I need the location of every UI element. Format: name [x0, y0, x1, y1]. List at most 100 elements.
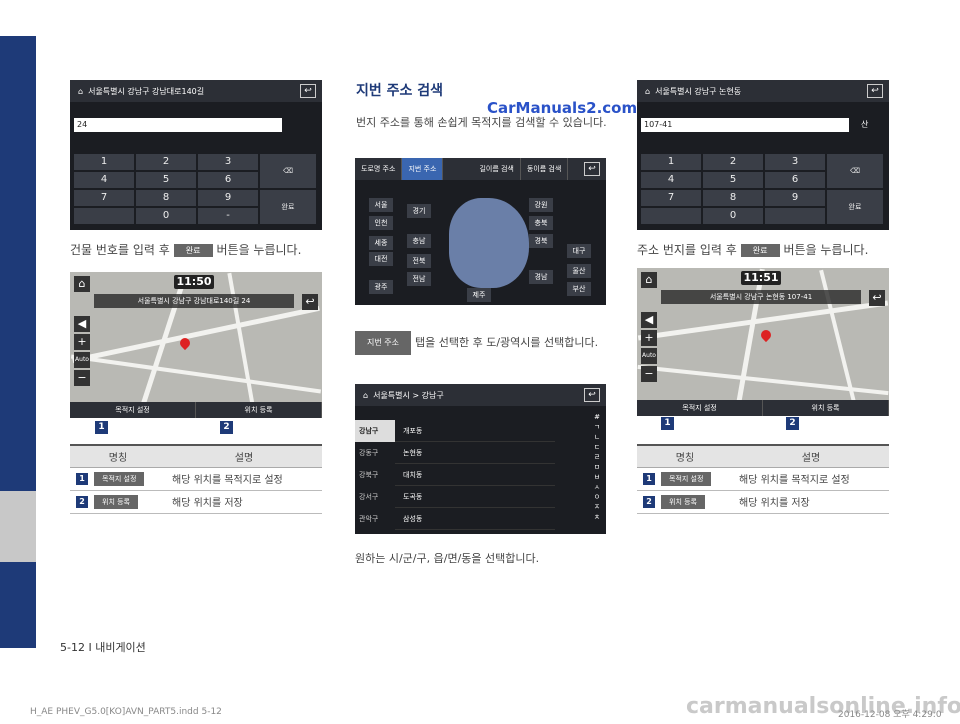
key[interactable]: [74, 208, 134, 224]
key[interactable]: [641, 208, 701, 224]
number-input[interactable]: 107-41: [641, 118, 849, 132]
back-icon[interactable]: ↩: [302, 294, 318, 310]
key[interactable]: 8: [136, 190, 196, 206]
region-button[interactable]: 충북: [529, 216, 553, 230]
list-item[interactable]: 강남구 개포동: [355, 420, 555, 442]
save-location-button[interactable]: 위치 등록: [763, 400, 889, 416]
auto-button[interactable]: Auto: [74, 352, 90, 368]
key[interactable]: 0: [703, 208, 763, 224]
tab-road-address[interactable]: 도로명 주소: [355, 158, 403, 180]
set-destination-button[interactable]: 목적지 설정: [70, 402, 196, 418]
tab-dong-search[interactable]: 동이름 검색: [521, 158, 569, 180]
region-button[interactable]: 대구: [567, 244, 591, 258]
region-button[interactable]: 부산: [567, 282, 591, 296]
map-road: [70, 354, 322, 394]
region-button[interactable]: 경북: [529, 234, 553, 248]
region-button[interactable]: 제주: [467, 288, 491, 302]
home-icon: ⌂: [78, 86, 84, 96]
key[interactable]: 5: [703, 172, 763, 188]
number-input[interactable]: 24: [74, 118, 282, 132]
key[interactable]: 4: [74, 172, 134, 188]
key[interactable]: 3: [198, 154, 258, 170]
key[interactable]: 0: [136, 208, 196, 224]
key[interactable]: 6: [765, 172, 825, 188]
index-letter[interactable]: #: [592, 412, 602, 422]
key[interactable]: 4: [641, 172, 701, 188]
caption-text: 주소 번지를 입력 후: [637, 243, 737, 257]
index-letter[interactable]: ㅇ: [592, 492, 602, 502]
zoom-out-icon[interactable]: −: [641, 366, 657, 382]
delete-icon[interactable]: ⌫: [260, 154, 316, 188]
volume-icon[interactable]: ◀: [641, 312, 657, 328]
list-item[interactable]: 강북구 대치동: [355, 464, 555, 486]
key[interactable]: -: [198, 208, 258, 224]
key[interactable]: 8: [703, 190, 763, 206]
back-icon[interactable]: ↩: [584, 388, 600, 402]
back-icon[interactable]: ↩: [869, 290, 885, 306]
zoom-in-icon[interactable]: +: [74, 334, 90, 350]
caption-text: 버튼을 누릅니다.: [783, 243, 869, 257]
zoom-in-icon[interactable]: +: [641, 330, 657, 346]
tab-street-search[interactable]: 길이름 검색: [473, 158, 521, 180]
key[interactable]: 2: [703, 154, 763, 170]
index-letter[interactable]: ㄷ: [592, 442, 602, 452]
home-icon[interactable]: ⌂: [641, 272, 657, 288]
done-button[interactable]: 완료: [827, 190, 883, 224]
key[interactable]: 9: [765, 190, 825, 206]
set-destination-pill: 목적지 설정: [94, 471, 145, 486]
key[interactable]: 6: [198, 172, 258, 188]
print-date: 2016-12-08 오후 4:29:0: [838, 710, 942, 720]
region-button[interactable]: 광주: [369, 280, 393, 294]
region-button[interactable]: 울산: [567, 264, 591, 278]
region-button[interactable]: 경남: [529, 270, 553, 284]
legend-table-right: 명칭 설명 1 목적지 설정 해당 위치를 목적지로 설정 2 위치 등록 해당 위치를 …: [637, 444, 889, 514]
index-letter[interactable]: ㄱ: [592, 422, 602, 432]
table-row: 2 위치 등록 해당 위치를 저장: [637, 490, 889, 514]
key[interactable]: 1: [641, 154, 701, 170]
delete-icon[interactable]: ⌫: [827, 154, 883, 188]
key[interactable]: 2: [136, 154, 196, 170]
home-icon[interactable]: ⌂: [74, 276, 90, 292]
index-letter[interactable]: ㅂ: [592, 472, 602, 482]
volume-icon[interactable]: ◀: [74, 316, 90, 332]
key[interactable]: 7: [641, 190, 701, 206]
map-address: 서울특별시 강남구 강남대로140길 24: [94, 294, 294, 308]
callout-2: 2: [786, 417, 799, 430]
set-destination-button[interactable]: 목적지 설정: [637, 400, 763, 416]
auto-button[interactable]: Auto: [641, 348, 657, 364]
index-letter[interactable]: ㅅ: [592, 482, 602, 492]
key[interactable]: 1: [74, 154, 134, 170]
address-text: 서울특별시 강남구 논현동: [655, 86, 742, 96]
index-letter[interactable]: ㅁ: [592, 462, 602, 472]
list-item[interactable]: 강서구 도곡동: [355, 486, 555, 508]
region-button[interactable]: 경기: [407, 204, 431, 218]
region-button[interactable]: 대전: [369, 252, 393, 266]
back-icon[interactable]: ↩: [867, 84, 883, 98]
key[interactable]: [765, 208, 825, 224]
region-button[interactable]: 서울: [369, 198, 393, 212]
alphabet-index[interactable]: # ㄱ ㄴ ㄷ ㄹ ㅁ ㅂ ㅅ ㅇ ㅈ ㅊ: [592, 412, 602, 522]
key[interactable]: 7: [74, 190, 134, 206]
list-item[interactable]: 관악구 삼성동: [355, 508, 555, 530]
key[interactable]: 9: [198, 190, 258, 206]
done-button[interactable]: 완료: [260, 190, 316, 224]
region-button[interactable]: 세종: [369, 236, 393, 250]
back-icon[interactable]: ↩: [584, 162, 600, 176]
region-button[interactable]: 전북: [407, 254, 431, 268]
region-button[interactable]: 인천: [369, 216, 393, 230]
list-item[interactable]: 강동구 논현동: [355, 442, 555, 464]
mountain-checkbox-label[interactable]: 산: [861, 118, 868, 132]
index-letter[interactable]: ㄹ: [592, 452, 602, 462]
key[interactable]: 3: [765, 154, 825, 170]
region-button[interactable]: 강원: [529, 198, 553, 212]
back-icon[interactable]: ↩: [300, 84, 316, 98]
zoom-out-icon[interactable]: −: [74, 370, 90, 386]
save-location-button[interactable]: 위치 등록: [196, 402, 322, 418]
index-letter[interactable]: ㅈ: [592, 502, 602, 512]
key[interactable]: 5: [136, 172, 196, 188]
region-button[interactable]: 전남: [407, 272, 431, 286]
region-button[interactable]: 충남: [407, 234, 431, 248]
tab-lot-address[interactable]: 지번 주소: [402, 158, 444, 180]
index-letter[interactable]: ㅊ: [592, 512, 602, 522]
index-letter[interactable]: ㄴ: [592, 432, 602, 442]
